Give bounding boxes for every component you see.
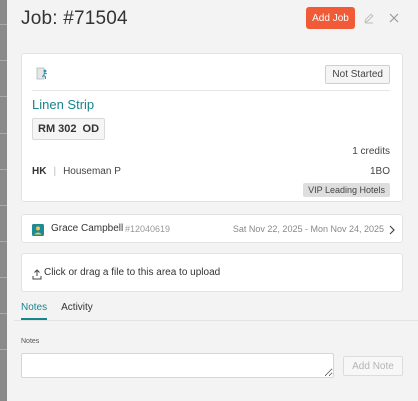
- tab-activity[interactable]: Activity: [61, 302, 93, 320]
- guest-name: Grace Campbell: [51, 223, 124, 234]
- separator: |: [53, 166, 57, 177]
- stay-code: 1BO: [369, 166, 390, 177]
- status-badge: Not Started: [325, 65, 390, 84]
- upload-instructions: Click or drag a file to this area to upl…: [44, 267, 221, 278]
- job-item-name[interactable]: Linen Strip: [32, 97, 94, 112]
- guest-id: #12040619: [125, 224, 171, 234]
- divider: [32, 90, 390, 91]
- room-chip[interactable]: RM 302 OD: [32, 118, 106, 140]
- tab-divider: [14, 320, 418, 321]
- close-icon[interactable]: [386, 10, 402, 26]
- pencil-icon[interactable]: [361, 10, 377, 26]
- job-detail-panel: Job: #71504 Add Job Not Started Linen St…: [7, 0, 418, 401]
- notes-textarea[interactable]: [21, 353, 334, 378]
- department-code: HK: [32, 166, 47, 177]
- upload-icon: [32, 267, 42, 280]
- tab-bar: Notes Activity: [21, 302, 107, 320]
- person-icon: [32, 223, 44, 236]
- panel-header: Job: #71504 Add Job: [7, 0, 418, 38]
- department-row: HK | Houseman P: [32, 166, 121, 177]
- tab-notes[interactable]: Notes: [21, 302, 48, 320]
- file-upload-dropzone[interactable]: Click or drag a file to this area to upl…: [21, 253, 403, 292]
- room-number: RM 302: [38, 123, 77, 135]
- add-job-button[interactable]: Add Job: [306, 7, 355, 29]
- job-summary-card: Not Started Linen Strip RM 302 OD 1 cred…: [21, 53, 403, 202]
- page-title: Job: #71504: [21, 8, 128, 29]
- room-status: OD: [82, 123, 100, 135]
- background-overlay: [0, 0, 7, 401]
- add-note-button[interactable]: Add Note: [343, 356, 403, 376]
- credits-text: 1 credits: [352, 146, 390, 157]
- runner-icon: [36, 67, 50, 81]
- stay-dates: Sat Nov 22, 2025 - Mon Nov 24, 2025: [232, 224, 384, 234]
- notes-label: Notes: [21, 338, 40, 345]
- department-name: Houseman P: [63, 166, 121, 177]
- chevron-right-icon[interactable]: [387, 223, 397, 235]
- guest-row[interactable]: Grace Campbell #12040619 Sat Nov 22, 202…: [21, 214, 403, 243]
- vip-badge: VIP Leading Hotels: [303, 183, 390, 197]
